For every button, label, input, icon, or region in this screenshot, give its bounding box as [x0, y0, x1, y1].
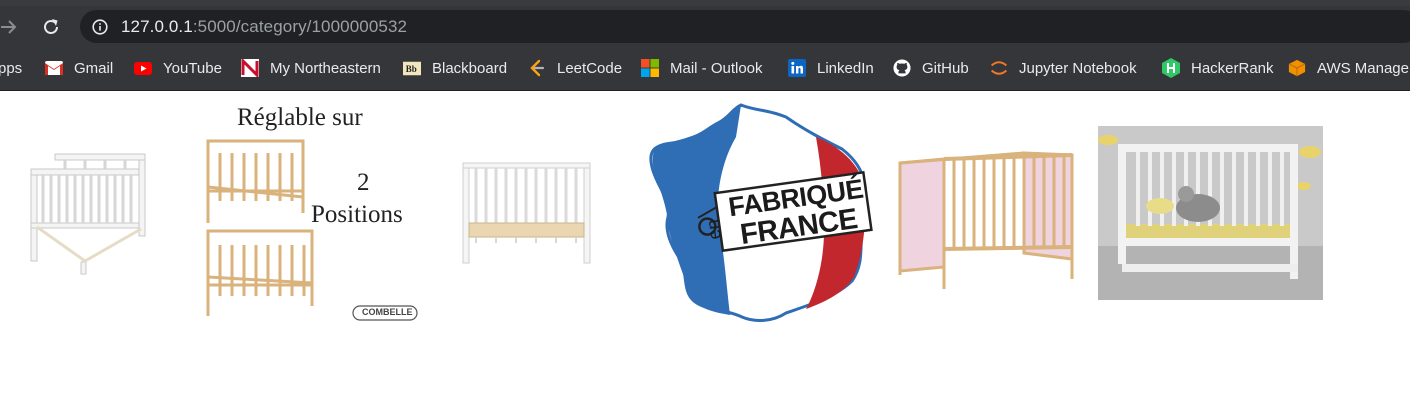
gmail-icon [45, 59, 63, 77]
jupyter-icon [990, 59, 1008, 77]
bookmark-label: LinkedIn [817, 59, 874, 77]
bookmark-gmail[interactable]: Gmail [45, 58, 113, 78]
bookmark-label: YouTube [163, 59, 222, 77]
bookmark-leetcode[interactable]: LeetCode [528, 58, 622, 78]
microsoft-icon [641, 59, 659, 77]
white-crib-illustration [30, 153, 146, 275]
forward-button[interactable] [0, 14, 22, 40]
forward-arrow-icon [1, 20, 17, 34]
bookmark-youtube[interactable]: YouTube [134, 58, 222, 78]
pine-crib-drawings [206, 139, 418, 321]
reload-button[interactable] [38, 14, 64, 40]
bookmark-label: Jupyter Notebook [1019, 59, 1137, 77]
leetcode-icon [528, 59, 546, 77]
reload-icon [44, 19, 58, 34]
category-page: Réglable sur 2 Positions COMBELLE FABRIQ… [0, 91, 1410, 416]
product-image-white-slatted-crib[interactable] [460, 159, 594, 269]
white-slatted-crib-illustration [462, 162, 591, 264]
site-info-icon[interactable] [92, 19, 108, 35]
bookmark-label: Gmail [74, 59, 114, 77]
address-bar[interactable]: 127.0.0.1:5000/category/1000000532 [80, 10, 1410, 43]
bookmark-blackboard[interactable]: Bb Blackboard [403, 58, 507, 78]
product-image-adjustable-crib[interactable]: Réglable sur 2 Positions COMBELLE [200, 101, 432, 326]
url-host: 127.0.0.1 [121, 17, 193, 36]
bookmark-label: HackerRank [1191, 59, 1274, 77]
bookmarks-bar: pps Gmail YouTube My Northeastern Bb Bla… [0, 46, 1410, 91]
bookmark-jupyter-notebook[interactable]: Jupyter Notebook [990, 58, 1137, 78]
bookmark-label: LeetCode [557, 59, 623, 77]
bookmark-mail-outlook[interactable]: Mail - Outlook [641, 58, 763, 78]
crib-photo [1098, 126, 1323, 300]
product-image-pink-panel-crib[interactable] [896, 149, 1076, 294]
bookmark-linkedin[interactable]: LinkedIn [788, 58, 874, 78]
northeastern-icon [241, 59, 259, 77]
url-path: :5000/category/1000000532 [192, 17, 408, 36]
blackboard-icon: Bb [403, 59, 421, 77]
linkedin-icon [788, 59, 806, 77]
bookmark-label: My Northeastern [270, 59, 381, 77]
svg-text:Bb: Bb [406, 64, 417, 74]
product-image-fabrique-en-france[interactable]: FABRIQUÉ en FRANCE [646, 101, 876, 326]
url-text[interactable]: 127.0.0.1:5000/category/1000000532 [121, 17, 407, 37]
bookmark-label: pps [0, 59, 23, 77]
pink-panel-crib-illustration [898, 151, 1074, 289]
product-image-white-crib[interactable] [25, 151, 151, 276]
bookmark-apps[interactable]: pps [0, 58, 22, 78]
bookmark-label: AWS Managem [1317, 59, 1410, 77]
combelle-logo: COMBELLE [362, 307, 413, 317]
bookmark-hackerrank[interactable]: HackerRank [1162, 58, 1274, 78]
bookmark-aws[interactable]: AWS Managem [1288, 58, 1410, 78]
aws-icon [1288, 59, 1306, 77]
en-text: en [702, 218, 725, 241]
bookmark-github[interactable]: GitHub [893, 58, 969, 78]
youtube-icon [134, 59, 152, 77]
bookmark-label: GitHub [922, 59, 969, 77]
browser-toolbar: 127.0.0.1:5000/category/1000000532 [0, 6, 1410, 46]
github-icon [893, 59, 911, 77]
bookmark-label: Blackboard [432, 59, 508, 77]
product-image-grey-crib-photo[interactable] [1098, 126, 1323, 300]
bookmark-my-northeastern[interactable]: My Northeastern [241, 58, 381, 78]
hackerrank-icon [1162, 58, 1180, 78]
bookmark-label: Mail - Outlook [670, 59, 763, 77]
